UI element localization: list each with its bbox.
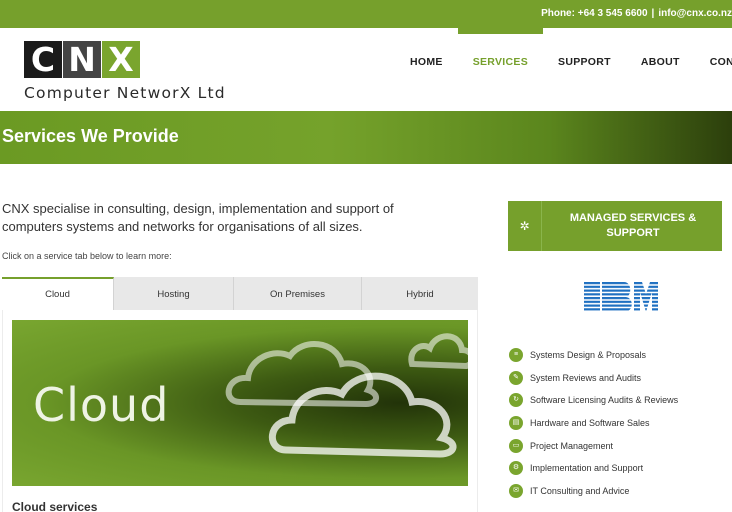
hero-word: Cloud [33, 378, 170, 432]
site-header: C N X Computer NetworX Ltd HOME SERVICES… [0, 28, 732, 111]
service-link-hardware-software-sales[interactable]: ▤ Hardware and Software Sales [509, 416, 732, 439]
nav-about[interactable]: ABOUT [626, 28, 695, 111]
contact-separator: | [651, 8, 655, 19]
briefcase-icon: ▭ [509, 438, 523, 453]
service-link-project-management[interactable]: ▭ Project Management [509, 438, 732, 462]
service-link-systems-design[interactable]: ≡ Systems Design & Proposals [509, 348, 732, 371]
top-contact-bar: Phone: +64 3 545 6600 | info@cnx.co.nz [0, 0, 732, 28]
cloud-hero-image: Cloud [12, 320, 468, 486]
phone-number: Phone: +64 3 545 6600 [541, 8, 648, 19]
service-label: Implementation and Support [530, 463, 644, 474]
service-link-licensing-audits[interactable]: ↻ Software Licensing Audits & Reviews [509, 393, 732, 416]
tab-on-premises[interactable]: On Premises [234, 277, 362, 310]
cart-icon: ▤ [509, 416, 523, 431]
logo-letter-n: N [63, 41, 101, 78]
nav-home[interactable]: HOME [395, 28, 458, 111]
comments-icon: ✉ [509, 484, 523, 499]
refresh-icon: ↻ [509, 393, 523, 408]
managed-services-label: MANAGED SERVICES & SUPPORT [569, 212, 697, 239]
company-name: Computer NetworX Ltd [24, 84, 226, 102]
tab-hint: Click on a service tab below to learn mo… [2, 251, 172, 261]
managed-services-button[interactable]: ✲ MANAGED SERVICES & SUPPORT [508, 201, 722, 251]
tab-hosting[interactable]: Hosting [114, 277, 234, 310]
gear-icon: ✲ [508, 201, 542, 251]
cnx-logo[interactable]: C N X Computer NetworX Ltd [24, 41, 294, 103]
service-link-implementation-support[interactable]: ⚙ Implementation and Support [509, 461, 732, 484]
email-link[interactable]: info@cnx.co.nz [658, 8, 732, 19]
ibm-logo-graphic [584, 282, 658, 312]
main-nav: HOME SERVICES SUPPORT ABOUT CONTACT [395, 28, 732, 111]
cogs-icon: ⚙ [509, 461, 523, 476]
service-tabs: Cloud Hosting On Premises Hybrid [2, 277, 478, 310]
nav-services[interactable]: SERVICES [457, 28, 544, 111]
clipboard-icon: ≡ [509, 348, 523, 362]
service-label: System Reviews and Audits [530, 372, 642, 383]
page-title: Services We Provide [2, 126, 179, 146]
nav-support[interactable]: SUPPORT [543, 28, 626, 111]
section-title: Cloud services [12, 500, 98, 512]
service-link-it-consulting[interactable]: ✉ IT Consulting and Advice [509, 484, 732, 507]
contact-info: Phone: +64 3 545 6600 | info@cnx.co.nz [541, 8, 732, 19]
ibm-logo[interactable] [584, 282, 658, 312]
service-label: Project Management [530, 440, 614, 451]
services-list: ≡ Systems Design & Proposals ✎ System Revi… [509, 348, 732, 507]
service-link-system-reviews[interactable]: ✎ System Reviews and Audits [509, 370, 732, 394]
service-label: Software Licensing Audits & Reviews [530, 395, 679, 406]
service-label: IT Consulting and Advice [530, 486, 630, 497]
intro-text: CNX specialise in consulting, design, im… [2, 201, 394, 234]
service-label: Hardware and Software Sales [530, 418, 650, 429]
logo-letter-c: C [24, 41, 62, 78]
page-banner: Services We Provide [0, 111, 732, 164]
logo-letter-x: X [102, 41, 140, 78]
nav-contact[interactable]: CONTACT [695, 28, 732, 111]
logo-letter-boxes: C N X [24, 41, 294, 78]
tab-hybrid[interactable]: Hybrid [362, 277, 478, 310]
tab-cloud[interactable]: Cloud [2, 277, 114, 310]
edit-icon: ✎ [509, 370, 523, 385]
service-label: Systems Design & Proposals [530, 350, 647, 360]
